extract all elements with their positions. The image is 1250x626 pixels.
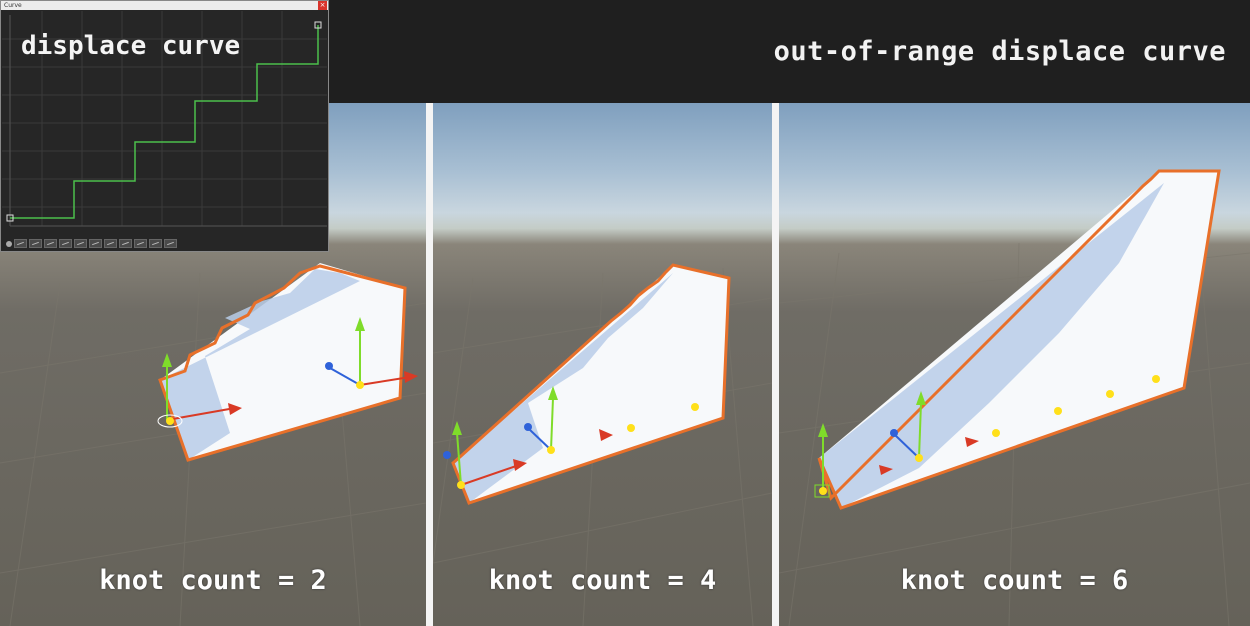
viewport-panel-3[interactable]: knot count = 6: [779, 103, 1250, 626]
knot-marker: [627, 424, 635, 432]
curve-preset-icon[interactable]: [134, 239, 147, 248]
stair-scene-2: [433, 263, 772, 626]
curve-preset-icon[interactable]: [89, 239, 102, 248]
curve-preset-icon[interactable]: [14, 239, 27, 248]
knot-marker: [1106, 390, 1114, 398]
curve-preset-icon[interactable]: [119, 239, 132, 248]
curve-preset-icon[interactable]: [29, 239, 42, 248]
curve-preset-icon[interactable]: [59, 239, 72, 248]
knot-count-label-2: knot count = 4: [488, 565, 717, 596]
curve-heading: displace curve: [21, 31, 241, 61]
knot-count-label-3: knot count = 6: [900, 565, 1129, 596]
knot-count-label-1: knot count = 2: [99, 565, 327, 596]
curve-window-title: Curve: [4, 2, 22, 9]
stair-scene-3: [779, 169, 1250, 626]
curve-editor-window[interactable]: Curve × displace curve: [0, 0, 329, 252]
knot-marker: [1152, 375, 1160, 383]
knot-marker: [992, 429, 1000, 437]
close-button[interactable]: ×: [318, 1, 327, 10]
panel-divider: [426, 103, 433, 626]
curve-preset-icon[interactable]: [104, 239, 117, 248]
knot-marker: [691, 403, 699, 411]
curve-preset-icon[interactable]: [149, 239, 162, 248]
panel-divider: [772, 103, 779, 626]
curve-preset-icon[interactable]: [164, 239, 177, 248]
viewport-panel-2[interactable]: knot count = 4: [433, 103, 772, 626]
curve-window-titlebar[interactable]: Curve ×: [1, 1, 328, 10]
curve-preset-icon[interactable]: [6, 240, 12, 247]
curve-preset-toolbar: [3, 237, 326, 250]
curve-preset-icon[interactable]: [44, 239, 57, 248]
curve-preset-icon[interactable]: [74, 239, 87, 248]
knot-marker: [1054, 407, 1062, 415]
banner-title: out-of-range displace curve: [773, 36, 1226, 67]
